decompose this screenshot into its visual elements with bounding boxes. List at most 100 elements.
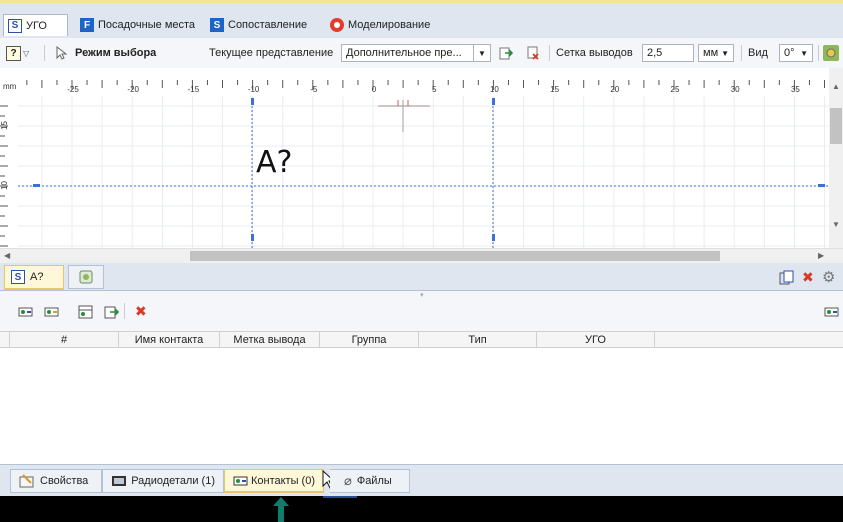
remove-representation-button[interactable] xyxy=(526,38,540,68)
add-contact-icon xyxy=(18,307,33,317)
ruler-h-label: 0 xyxy=(372,85,377,94)
scroll-up-icon[interactable]: ▲ xyxy=(832,82,840,91)
col-ugo[interactable]: УГО xyxy=(537,332,655,348)
tab-parts[interactable]: Радиодетали (1) xyxy=(102,469,224,493)
delete-icon[interactable]: ✖ xyxy=(135,303,147,320)
tab-label: Сопоставление xyxy=(228,19,308,31)
contact-settings-icon xyxy=(824,307,839,317)
horizontal-scroll-thumb[interactable] xyxy=(190,251,720,261)
tab-modeling[interactable]: Моделирование xyxy=(326,14,448,36)
contact-table-button[interactable] xyxy=(78,305,94,322)
ruler-h-label: 15 xyxy=(550,85,559,94)
col-type[interactable]: Тип xyxy=(419,332,537,348)
canvas-svg: -25 -20 -15 -10 -5 0 5 10 15 20 25 30 35 1510 mm А? xyxy=(0,80,829,248)
col-contact-name[interactable]: Имя контакта xyxy=(119,332,220,348)
contact-table-icon xyxy=(78,305,93,319)
horizontal-scrollbar[interactable]: ◀ ▶ xyxy=(0,248,843,264)
ruler-h-label: 20 xyxy=(610,85,619,94)
contacts-settings-button[interactable] xyxy=(824,305,840,322)
ruler-h-label: 35 xyxy=(791,85,800,94)
scroll-down-icon[interactable]: ▼ xyxy=(832,220,840,229)
guide-marker-bottom-left xyxy=(251,234,254,241)
guide-marker-right xyxy=(818,184,825,187)
unit-select[interactable]: мм ▼ xyxy=(698,44,734,62)
ruler-v-label: 10 xyxy=(0,181,9,190)
tab-label: Посадочные места xyxy=(98,19,196,31)
tab-label: Радиодетали (1) xyxy=(131,475,215,487)
tab-footprints[interactable]: F Посадочные места xyxy=(76,14,206,36)
mapping-s-icon: S xyxy=(210,18,224,32)
vertical-scrollbar[interactable]: ▲ ▼ xyxy=(829,68,843,248)
origin-crosshair xyxy=(378,100,430,132)
document-tab-strip: S А? ✖ ⚙ xyxy=(0,263,843,291)
tab-ugo[interactable]: S УГО xyxy=(3,14,68,36)
splitter-grip[interactable]: ▾ xyxy=(420,291,424,299)
grid-header: # Имя контакта Метка вывода Группа Тип У… xyxy=(0,331,843,348)
contacts-icon xyxy=(233,476,248,485)
guide-marker-top-left xyxy=(251,98,254,105)
col-number[interactable]: # xyxy=(10,332,119,348)
representation-select[interactable]: Дополнительное пре... ▼ xyxy=(341,44,491,62)
export-icon xyxy=(104,306,120,319)
tab-label: Свойства xyxy=(40,475,89,487)
symbol-s-icon: S xyxy=(8,18,22,33)
designator-text[interactable]: А? xyxy=(256,145,292,180)
horizontal-ruler: -25 -20 -15 -10 -5 0 5 10 15 20 25 30 35 xyxy=(26,80,825,94)
rotation-select[interactable]: 0° ▼ xyxy=(779,44,813,62)
ruler-h-label: -25 xyxy=(67,85,79,94)
toolbar: ? ▽ Режим выбора Текущее представление Д… xyxy=(0,38,843,69)
close-icon[interactable]: ✖ xyxy=(802,269,814,286)
tab-label: Файлы xyxy=(356,475,392,487)
add-contacts-button[interactable] xyxy=(44,305,60,322)
ruler-h-label: -15 xyxy=(188,85,200,94)
help-dropdown-button[interactable]: ? ▽ xyxy=(6,38,29,68)
help-icon: ? xyxy=(6,45,21,61)
col-group[interactable]: Группа xyxy=(320,332,419,348)
tab-label: УГО xyxy=(26,19,47,32)
ruler-h-label: -20 xyxy=(127,85,139,94)
preview-icon xyxy=(79,270,93,284)
guide-marker-bottom-right xyxy=(492,234,495,241)
gear-icon[interactable]: ⚙ xyxy=(822,268,835,286)
cursor-icon xyxy=(56,46,67,60)
rotation-value: 0° xyxy=(784,47,795,59)
ruler-h-label: 25 xyxy=(671,85,680,94)
ruler-h-label: -5 xyxy=(310,85,318,94)
select-mode-button[interactable]: Режим выбора xyxy=(55,38,156,68)
export-contacts-button[interactable] xyxy=(104,304,120,322)
chevron-down-icon[interactable]: ▼ xyxy=(473,45,490,61)
col-pin-label[interactable]: Метка вывода xyxy=(220,332,320,348)
grid-label: Сетка выводов xyxy=(556,47,633,59)
grid-step-input[interactable]: 2,5 xyxy=(642,44,694,62)
export-icon xyxy=(499,47,513,60)
symbol-s-icon: S xyxy=(11,270,25,284)
settings-button[interactable] xyxy=(823,38,839,68)
guide-marker-left xyxy=(33,184,40,187)
ruler-unit-label: mm xyxy=(3,82,17,91)
chevron-down-icon: ▼ xyxy=(800,48,808,58)
modeling-icon xyxy=(330,18,344,32)
scroll-left-icon[interactable]: ◀ xyxy=(4,251,10,260)
hover-underline xyxy=(323,496,357,498)
tab-properties[interactable]: Свойства xyxy=(10,469,102,493)
bottom-black-bar xyxy=(0,496,843,522)
doc-tab-symbol[interactable]: S А? xyxy=(4,265,64,290)
contacts-grid[interactable]: # Имя контакта Метка вывода Группа Тип У… xyxy=(0,331,843,464)
guide-marker-top-right xyxy=(492,98,495,105)
doc-tab-preview[interactable] xyxy=(68,265,104,289)
delete-doc-icon xyxy=(527,46,539,60)
annotation-arrow-icon xyxy=(273,497,289,522)
tab-mapping[interactable]: S Сопоставление xyxy=(206,14,324,36)
export-button[interactable] xyxy=(499,38,513,68)
add-contact-button[interactable] xyxy=(18,305,34,322)
copy-button[interactable] xyxy=(779,270,794,288)
tab-label: Моделирование xyxy=(348,19,431,31)
drawing-canvas[interactable]: -25 -20 -15 -10 -5 0 5 10 15 20 25 30 35 15 10 mm А? xyxy=(0,68,829,248)
tab-files[interactable]: ⌀ Файлы xyxy=(330,469,410,493)
tab-contacts[interactable]: Контакты (0) xyxy=(224,469,324,493)
vertical-scroll-thumb[interactable] xyxy=(830,108,842,144)
scroll-right-icon[interactable]: ▶ xyxy=(818,251,824,260)
bottom-tab-strip: Свойства Радиодетали (1) Контакты (0) ⌀ … xyxy=(0,464,843,496)
chevron-down-icon: ▼ xyxy=(721,48,729,58)
doc-tab-label: А? xyxy=(30,271,44,283)
